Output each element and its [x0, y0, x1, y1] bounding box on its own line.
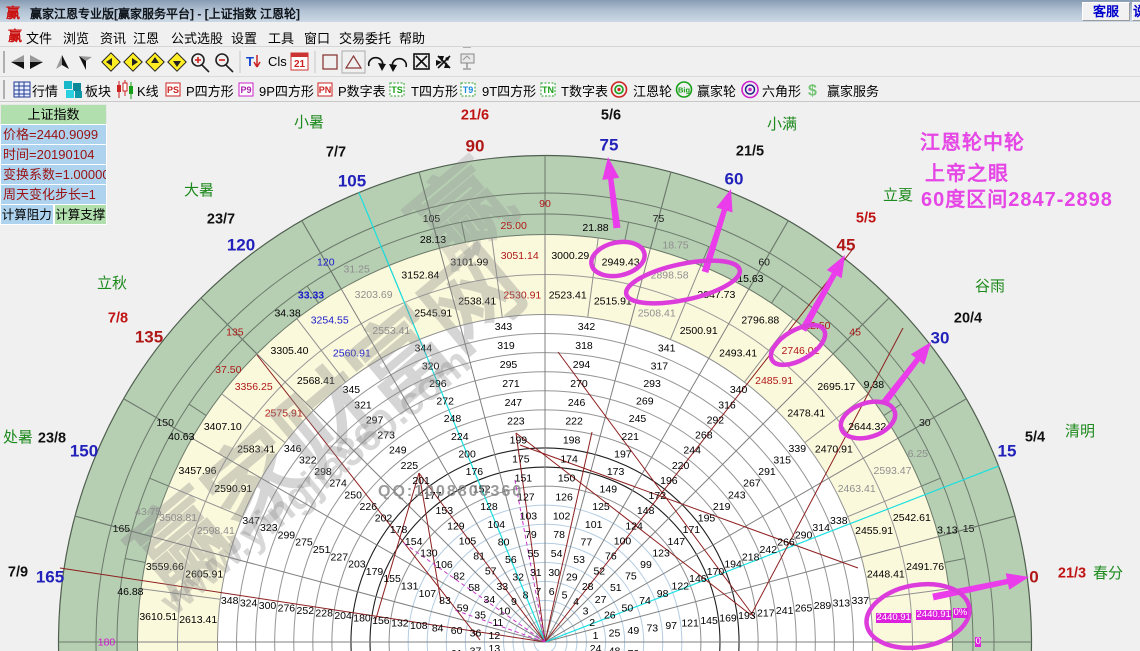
svg-text:TS: TS [391, 85, 403, 95]
svg-text:21: 21 [294, 59, 306, 70]
svg-text:TN: TN [542, 85, 554, 95]
svg-text:Big: Big [678, 86, 691, 95]
svg-text:Cls: Cls [268, 54, 287, 69]
svg-text:T: T [246, 54, 254, 69]
svg-text:P9: P9 [240, 85, 251, 95]
svg-text:T9: T9 [463, 85, 474, 95]
svg-text:$: $ [808, 83, 817, 100]
svg-text:PS: PS [167, 85, 179, 95]
svg-text:PN: PN [319, 85, 332, 95]
